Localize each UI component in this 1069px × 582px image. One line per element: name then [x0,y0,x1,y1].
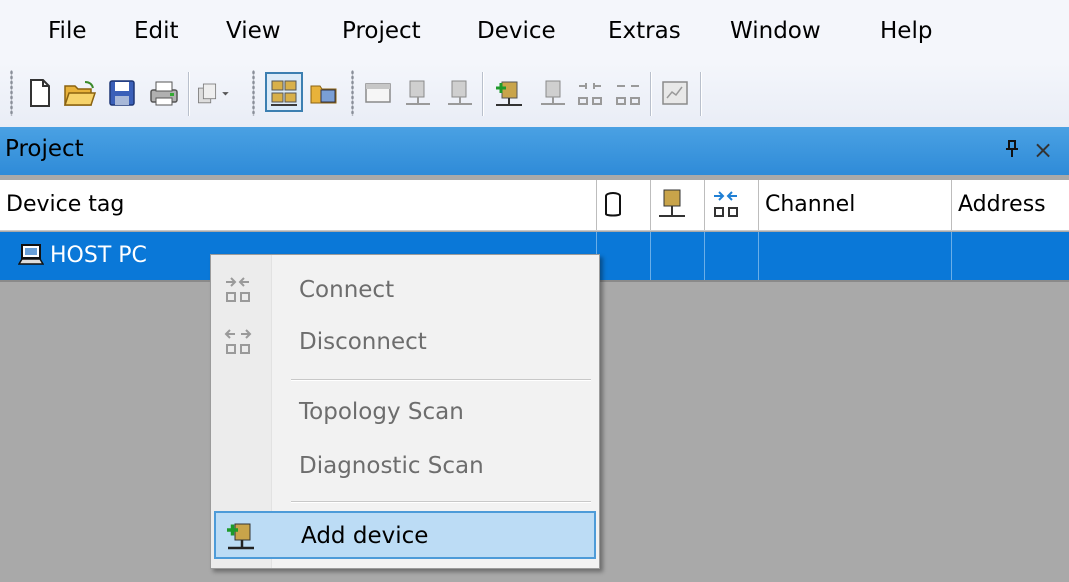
column-connection[interactable] [705,180,759,230]
menu-window[interactable]: Window [726,14,825,48]
context-menu-label: Add device [301,523,429,549]
context-menu-separator [291,501,591,503]
menu-device[interactable]: Device [473,14,560,48]
toolbar-separator [188,72,190,116]
menu-file[interactable]: File [44,14,91,48]
open-folder-icon[interactable] [62,74,98,112]
toolbar-separator [482,72,484,116]
menu-project[interactable]: Project [338,14,425,48]
close-icon[interactable]: × [1033,136,1053,164]
menu-bar: File Edit View Project Device Extras Win… [0,0,1069,62]
toolbar-separator [700,72,702,116]
connect-icon [223,275,253,311]
table-cell [759,232,952,280]
table-cell [705,232,759,280]
column-device-tag[interactable]: Device tag [0,180,597,230]
context-menu-label: Disconnect [299,329,427,355]
pin-icon[interactable] [1003,139,1021,164]
context-menu-label: Connect [299,277,395,303]
host-pc-icon [17,242,45,274]
add-device-icon[interactable] [490,74,526,112]
offline-device-icon[interactable] [442,74,478,112]
print-icon[interactable] [146,74,182,112]
toolbar-grip[interactable] [252,70,255,116]
disconnect-icon [223,327,253,363]
disconnect-icon[interactable] [610,74,646,112]
panel-title: Project [5,136,84,162]
context-menu-diagnostic-scan[interactable]: Diagnostic Scan [211,443,599,489]
toolbar [0,62,1069,127]
context-menu-connect[interactable]: Connect [211,267,599,313]
table-cell [597,232,651,280]
column-channel[interactable]: Channel [759,180,952,230]
context-menu-add-device[interactable]: Add device [214,511,596,559]
column-storage[interactable] [597,180,651,230]
menu-edit[interactable]: Edit [130,14,183,48]
context-menu-topology-scan[interactable]: Topology Scan [211,389,599,435]
copy-dropdown-icon[interactable] [196,74,232,112]
monitor-icon[interactable] [657,74,693,112]
context-menu-disconnect[interactable]: Disconnect [211,319,599,365]
menu-help[interactable]: Help [876,14,936,48]
new-file-icon[interactable] [22,74,58,112]
context-menu-label: Topology Scan [299,399,464,425]
grid-header: Device tag Channel Address [0,180,1069,231]
context-menu: Connect Disconnect Topology Scan Diagnos… [210,254,600,569]
catalog-icon[interactable] [306,74,342,112]
column-device-status[interactable] [651,180,705,230]
menu-view[interactable]: View [222,14,285,48]
toolbar-separator [650,72,652,116]
table-cell [651,232,705,280]
save-icon[interactable] [104,74,140,112]
add-device-icon [224,520,256,558]
context-menu-separator [291,379,591,381]
online-device-icon[interactable] [400,74,436,112]
toolbar-grip[interactable] [351,70,354,116]
context-menu-label: Diagnostic Scan [299,453,484,479]
table-cell [952,232,1069,280]
window-icon[interactable] [360,74,396,112]
device-tag-label: HOST PC [50,243,147,268]
menu-extras[interactable]: Extras [604,14,685,48]
toolbar-grip[interactable] [10,70,13,116]
project-panel-header: Project × [0,127,1069,175]
connect-icon[interactable] [572,74,608,112]
network-view-icon[interactable] [265,72,303,112]
remove-device-icon[interactable] [535,74,571,112]
column-address[interactable]: Address [952,180,1069,230]
